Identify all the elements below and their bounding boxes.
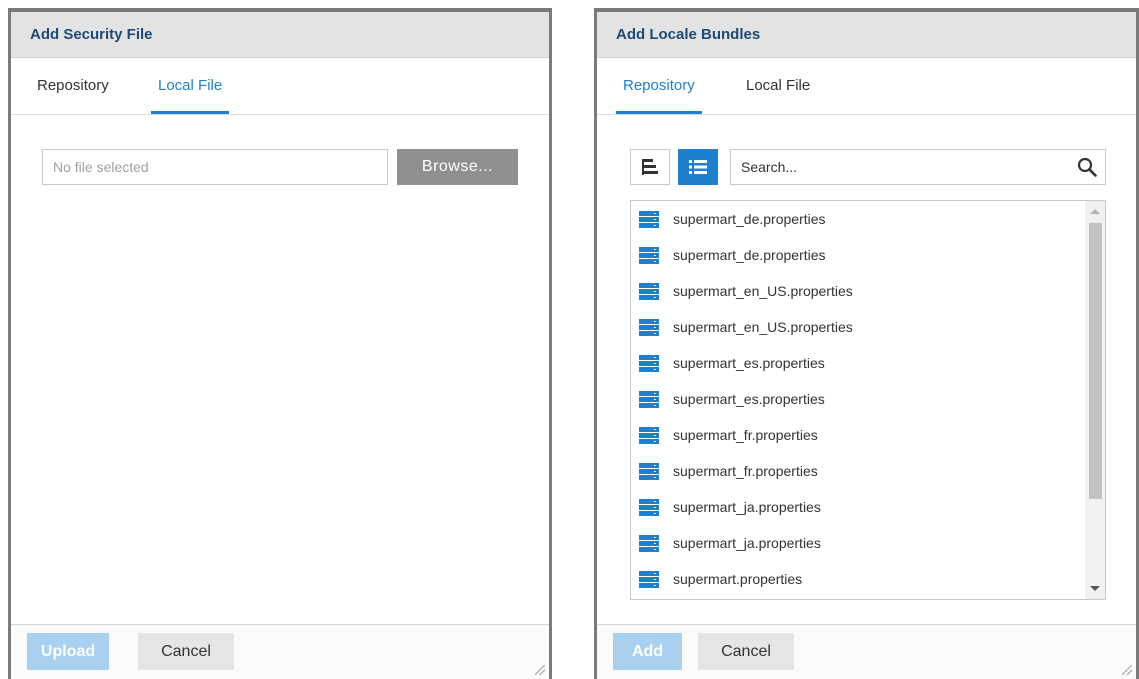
file-name: supermart_en_US.properties (673, 283, 853, 299)
add-locale-bundles-dialog: Add Locale Bundles Repository Local File (594, 8, 1139, 679)
file-name: supermart_ja.properties (673, 499, 821, 515)
file-name: supermart_de.properties (673, 211, 826, 227)
list-item[interactable]: supermart_de.properties (631, 237, 1085, 273)
dialog-header: Add Locale Bundles (597, 12, 1136, 58)
resize-handle[interactable] (1122, 665, 1132, 675)
file-icon (639, 318, 659, 336)
dialog-footer: Upload Cancel (11, 624, 549, 679)
file-name: supermart_en_US.properties (673, 319, 853, 335)
browse-button[interactable]: Browse... (397, 149, 518, 185)
list-view-button[interactable] (678, 149, 718, 185)
list-item[interactable]: supermart_es.properties (631, 381, 1085, 417)
list-item[interactable]: supermart_ja.properties (631, 525, 1085, 561)
file-list: supermart_de.properties supermart_de.prop… (630, 200, 1106, 600)
list-item[interactable]: supermart_de.properties (631, 201, 1085, 237)
file-name: supermart_es.properties (673, 391, 825, 407)
dialog-title: Add Security File (30, 26, 153, 43)
file-name: supermart_es.properties (673, 355, 825, 371)
dialog-footer: Add Cancel (597, 624, 1136, 679)
cancel-button[interactable]: Cancel (698, 633, 794, 670)
scroll-up-arrow-icon[interactable] (1090, 209, 1100, 214)
add-button[interactable]: Add (613, 633, 682, 670)
file-icon (639, 498, 659, 516)
list-item[interactable]: supermart_en_US.properties (631, 273, 1085, 309)
search-icon[interactable] (1077, 157, 1097, 177)
list-item[interactable]: supermart_fr.properties (631, 417, 1085, 453)
file-icon (639, 282, 659, 300)
upload-button[interactable]: Upload (27, 633, 109, 670)
add-security-file-dialog: Add Security File Repository Local File … (8, 8, 552, 679)
vertical-scrollbar[interactable] (1085, 201, 1105, 599)
file-name: supermart_de.properties (673, 247, 826, 263)
file-name: supermart_ja.properties (673, 535, 821, 551)
file-icon (639, 534, 659, 552)
file-name: supermart_fr.properties (673, 463, 818, 479)
tab-bar: Repository Local File (11, 58, 549, 115)
list-item[interactable]: supermart_ja.properties (631, 489, 1085, 525)
resize-handle[interactable] (535, 665, 545, 675)
tab-bar: Repository Local File (597, 58, 1136, 115)
file-path-input[interactable] (42, 149, 388, 185)
file-icon (639, 462, 659, 480)
tree-view-button[interactable] (630, 149, 670, 185)
dialog-header: Add Security File (11, 12, 549, 58)
list-item[interactable]: supermart_fr.properties (631, 453, 1085, 489)
file-icon (639, 354, 659, 372)
file-icon (639, 210, 659, 228)
tab-local-file[interactable]: Local File (746, 58, 810, 114)
tab-repository[interactable]: Repository (616, 58, 702, 114)
scroll-thumb[interactable] (1089, 223, 1102, 499)
cancel-button[interactable]: Cancel (138, 633, 234, 670)
list-item[interactable]: supermart_es.properties (631, 345, 1085, 381)
file-icon (639, 426, 659, 444)
list-view-icon (689, 160, 707, 174)
tab-repository[interactable]: Repository (37, 58, 109, 114)
search-input[interactable] (731, 150, 1061, 184)
search-box (730, 149, 1106, 185)
file-icon (639, 570, 659, 588)
tree-view-icon (642, 159, 658, 175)
tab-local-file[interactable]: Local File (150, 58, 230, 114)
file-name: supermart_fr.properties (673, 427, 818, 443)
file-items: supermart_de.properties supermart_de.prop… (631, 201, 1085, 597)
file-icon (639, 390, 659, 408)
list-item[interactable]: supermart.properties (631, 561, 1085, 597)
dialog-title: Add Locale Bundles (616, 26, 761, 43)
scroll-down-arrow-icon[interactable] (1090, 586, 1100, 591)
file-icon (639, 246, 659, 264)
list-item[interactable]: supermart_en_US.properties (631, 309, 1085, 345)
file-name: supermart.properties (673, 571, 803, 587)
